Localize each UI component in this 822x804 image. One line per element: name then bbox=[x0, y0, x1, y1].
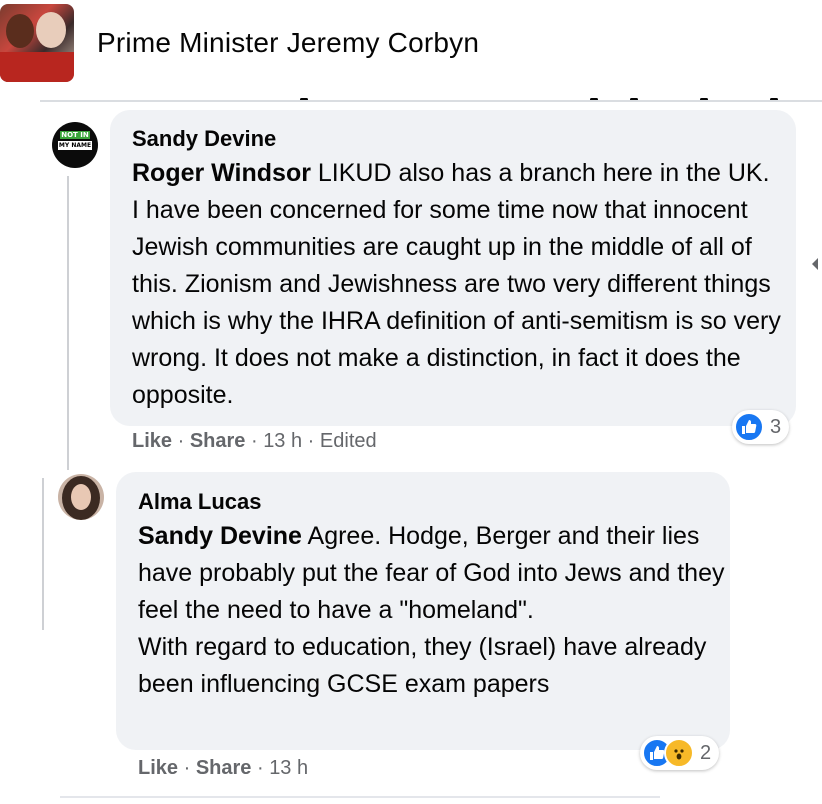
comment-body: Sandy Devine Agree. Hodge, Berger and th… bbox=[138, 518, 728, 703]
like-button[interactable]: Like bbox=[138, 757, 178, 779]
share-button[interactable]: Share bbox=[190, 430, 246, 452]
edited-label[interactable]: Edited bbox=[320, 430, 377, 452]
avatar-photo-detail bbox=[0, 52, 74, 82]
timestamp[interactable]: 13 h bbox=[263, 430, 302, 452]
more-options-icon[interactable] bbox=[812, 258, 818, 270]
timestamp[interactable]: 13 h bbox=[269, 757, 308, 779]
comment-text: With regard to education, they (Israel) … bbox=[138, 633, 707, 698]
thread-line bbox=[67, 176, 69, 470]
like-icon bbox=[734, 412, 764, 442]
divider bbox=[60, 796, 660, 798]
header-divider bbox=[40, 100, 822, 102]
comment-author[interactable]: Alma Lucas bbox=[138, 489, 262, 515]
avatar[interactable] bbox=[58, 474, 104, 520]
comment-text: LIKUD also has a branch here in the UK. … bbox=[132, 159, 781, 409]
thread-line bbox=[42, 478, 44, 630]
reaction-count: 3 bbox=[770, 415, 782, 438]
separator: · bbox=[302, 430, 320, 452]
comment-body: Roger Windsor LIKUD also has a branch he… bbox=[132, 155, 782, 414]
reaction-count: 2 bbox=[700, 741, 712, 764]
separator: · bbox=[178, 757, 196, 779]
comment-author[interactable]: Sandy Devine bbox=[132, 126, 276, 152]
avatar-text: MY NAME bbox=[58, 141, 92, 150]
group-header: Prime Minister Jeremy Corbyn bbox=[0, 0, 822, 96]
comment-actions: Like · Share · 13 h · Edited bbox=[132, 430, 377, 453]
separator: · bbox=[172, 430, 190, 452]
reaction-summary[interactable]: 3 bbox=[732, 410, 790, 444]
wow-icon bbox=[664, 738, 694, 768]
avatar-photo-detail bbox=[36, 12, 66, 48]
group-title[interactable]: Prime Minister Jeremy Corbyn bbox=[97, 27, 479, 59]
avatar-photo-detail bbox=[6, 14, 34, 48]
avatar-photo-detail bbox=[71, 484, 91, 510]
avatar[interactable]: NOT IN MY NAME bbox=[52, 122, 98, 168]
mention-link[interactable]: Sandy Devine bbox=[138, 522, 302, 550]
comment-actions: Like · Share · 13 h bbox=[138, 757, 308, 780]
like-button[interactable]: Like bbox=[132, 430, 172, 452]
reaction-summary[interactable]: 2 bbox=[640, 736, 720, 770]
separator: · bbox=[251, 757, 270, 779]
group-avatar[interactable] bbox=[0, 4, 74, 82]
mention-link[interactable]: Roger Windsor bbox=[132, 159, 311, 187]
separator: · bbox=[245, 430, 264, 452]
share-button[interactable]: Share bbox=[196, 757, 252, 779]
avatar-text: NOT IN bbox=[60, 131, 90, 139]
